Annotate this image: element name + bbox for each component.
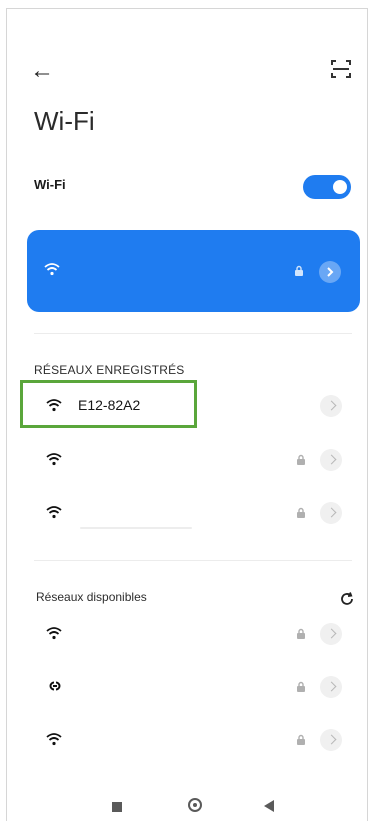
section-divider [34, 560, 352, 561]
arrow-left-icon: ← [30, 57, 54, 84]
lock-icon [297, 681, 305, 692]
lock-icon [297, 734, 305, 745]
navigation-bar [0, 790, 374, 828]
lock-icon [295, 265, 303, 276]
network-details-button[interactable] [320, 729, 342, 751]
network-details-button[interactable] [320, 502, 342, 524]
chevron-right-icon [326, 507, 337, 518]
wifi-icon [46, 453, 62, 466]
available-network-row[interactable] [34, 614, 354, 654]
network-details-button[interactable] [320, 623, 342, 645]
square-icon[interactable] [112, 802, 122, 812]
chevron-right-icon [326, 734, 337, 745]
back-arrow-button[interactable]: ← [30, 58, 56, 84]
wifi-icon [44, 263, 60, 276]
available-networks-title: Réseaux disponibles [36, 590, 147, 604]
refresh-icon[interactable] [339, 591, 355, 607]
qr-scan-icon [331, 60, 351, 78]
section-divider [34, 333, 352, 334]
toggle-knob [333, 180, 347, 194]
page-title: Wi-Fi [34, 106, 95, 136]
lock-icon [297, 507, 305, 518]
lock-icon [297, 628, 305, 639]
available-network-row[interactable] [34, 720, 354, 760]
qr-scan-button[interactable] [330, 58, 356, 84]
highlight-annotation-box [20, 380, 197, 428]
network-details-button[interactable] [319, 261, 341, 283]
circle-icon[interactable] [188, 798, 202, 812]
chevron-right-icon [326, 454, 337, 465]
network-details-button[interactable] [320, 395, 342, 417]
network-subtitle-placeholder [80, 527, 192, 529]
link-icon [49, 681, 61, 691]
chevron-right-icon [327, 267, 334, 277]
network-details-button[interactable] [320, 676, 342, 698]
available-network-row[interactable] [34, 667, 354, 707]
wifi-toggle-switch[interactable] [303, 175, 351, 199]
saved-network-row[interactable] [34, 440, 354, 480]
chevron-right-icon [326, 681, 337, 692]
saved-network-row[interactable] [34, 493, 354, 533]
wifi-icon [46, 627, 62, 640]
triangle-back-icon[interactable] [264, 800, 274, 812]
wifi-toggle-label: Wi-Fi [34, 177, 66, 192]
wifi-icon [46, 733, 62, 746]
chevron-right-icon [326, 628, 337, 639]
saved-networks-title: RÉSEAUX ENREGISTRÉS [34, 363, 185, 377]
network-details-button[interactable] [320, 449, 342, 471]
wifi-icon [46, 506, 62, 519]
connected-network-card[interactable] [27, 230, 360, 312]
chevron-right-icon [326, 400, 337, 411]
lock-icon [297, 454, 305, 465]
